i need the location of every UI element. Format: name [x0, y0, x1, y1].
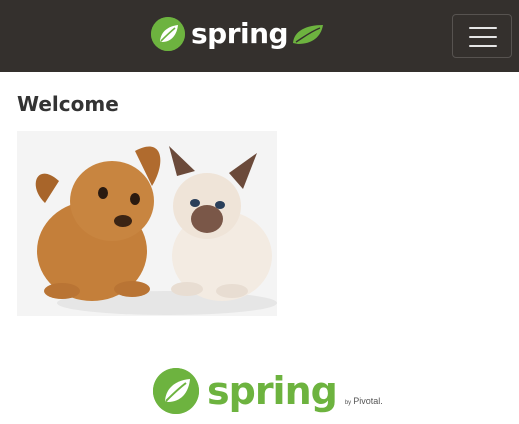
- by-pivotal-text: by Pivotal.: [344, 396, 383, 406]
- navbar: spring: [0, 0, 519, 72]
- spring-boot-leaf-icon: [290, 21, 326, 47]
- hamburger-menu-icon: [469, 27, 497, 29]
- page-title: Welcome: [17, 92, 119, 116]
- navbar-toggle-button[interactable]: [452, 14, 512, 58]
- spring-leaf-icon: [151, 17, 185, 51]
- spring-brand-logo[interactable]: spring: [151, 16, 326, 52]
- brand-text: spring: [191, 17, 289, 50]
- spring-leaf-icon: [153, 368, 199, 414]
- footer-spring-pivotal-logo: spring by Pivotal.: [153, 366, 383, 416]
- pets-image: [17, 131, 277, 316]
- footer-spring-text: spring: [207, 369, 338, 413]
